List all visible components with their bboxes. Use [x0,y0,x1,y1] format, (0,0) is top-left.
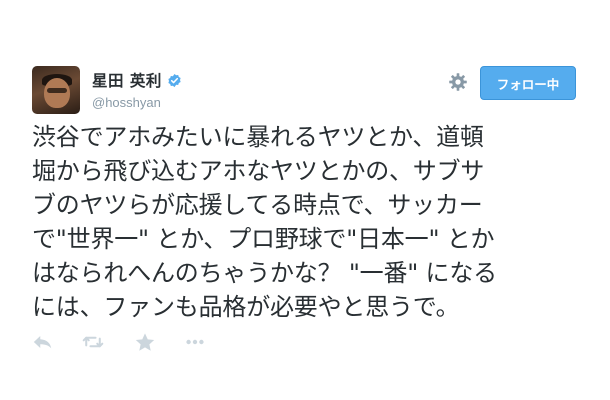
tweet-line: には、ファンも品格が必要やと思うで。 [32,293,460,321]
tweet-line: 渋谷でアホみたいに暴れるヤツとか、道頓 [32,123,484,151]
tweet-line: はなられへんのちゃうかな？ "一番" になる [32,259,497,287]
tweet-line: ブのヤツらが応援してる時点で、サッカー [32,191,483,219]
name-row: 星田 英利 [92,70,182,90]
tweet-line: 堀から飛び込むアホなヤツとかの、サブサ [32,157,485,185]
following-button-label: フォロー中 [496,76,560,92]
avatar-sunglasses [47,88,67,93]
retweet-icon[interactable] [82,332,104,352]
user-screen-name[interactable]: @hosshyan [92,95,182,110]
user-full-name[interactable]: 星田 英利 [92,69,162,91]
reply-icon[interactable] [32,332,54,352]
verified-badge-icon [168,73,181,87]
avatar-face [44,78,70,108]
tweet-text: 渋谷でアホみたいに暴れるヤツとか、道頓 堀から飛び込むアホなヤツとかの、サブサ … [32,120,592,324]
gear-icon[interactable] [448,72,468,92]
star-icon[interactable] [134,332,156,352]
following-button[interactable]: フォロー中 [480,66,576,100]
avatar[interactable] [32,66,80,114]
more-icon[interactable] [184,332,206,352]
tweet-line: で"世界一" とか、プロ野球で"日本一" とか [32,225,495,253]
tweet-header: 星田 英利 @hosshyan [92,70,182,110]
